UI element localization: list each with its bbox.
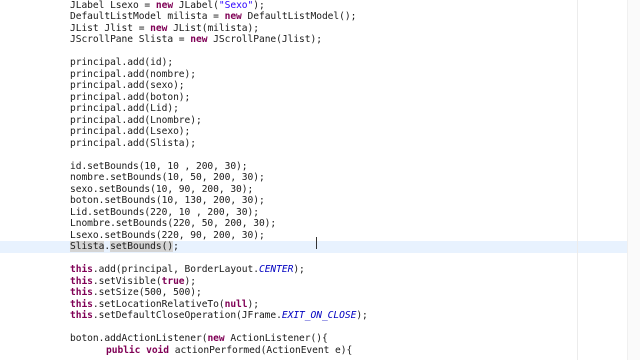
code-line[interactable]: public void actionPerformed(ActionEvent … [0, 345, 640, 357]
code-token: new [207, 333, 225, 344]
code-token: JScrollPane Slista = [70, 34, 191, 45]
code-line[interactable]: boton.addActionListener(new ActionListen… [0, 333, 640, 345]
code-token: ); [356, 310, 368, 321]
code-token: .setLocationRelativeTo( [92, 299, 225, 310]
code-line[interactable]: this.setDefaultCloseOperation(JFrame.EXI… [0, 310, 640, 322]
code-token: JLabel( [173, 0, 219, 11]
code-token: JList Jlist = [70, 23, 151, 34]
code-token: this [70, 287, 93, 298]
code-token: EXIT_ON_CLOSE [281, 310, 357, 321]
code-token: this [70, 299, 93, 310]
text-cursor [316, 237, 317, 249]
code-line[interactable]: this.setSize(500, 500); [0, 287, 640, 299]
code-token: sexo.setBounds(10, 90, 200, 30); [70, 184, 254, 195]
code-token: .add(principal, BorderLayout. [92, 264, 259, 275]
code-token: principal.add(sexo); [70, 80, 185, 91]
code-token: principal.add(boton); [70, 92, 191, 103]
code-line[interactable]: this.add(principal, BorderLayout.CENTER)… [0, 264, 640, 276]
code-token: nombre.setBounds(10, 50, 200, 30); [70, 172, 265, 183]
code-token: boton.setBounds(10, 130, 200, 30); [70, 195, 265, 206]
code-token: id.setBounds(10, 10 , 200, 30); [70, 161, 248, 172]
code-line[interactable]: principal.add(Lid); [0, 103, 640, 115]
code-token: principal.add(Lsexo); [70, 126, 191, 137]
code-token: true [161, 276, 185, 287]
code-token: setBounds [110, 241, 162, 252]
code-token: Lsexo.setBounds(220, 90, 200, 30); [70, 230, 265, 241]
code-token: ; [173, 241, 179, 252]
code-token: principal.add(Slista); [70, 138, 196, 149]
code-token: this [70, 276, 93, 287]
print-margin-line [577, 0, 578, 360]
code-token: ActionListener(){ [224, 333, 328, 344]
code-editor[interactable]: JLabel Lsexo = new JLabel("Sexo"); Defaul… [0, 0, 640, 360]
code-line[interactable]: principal.add(Slista); [0, 138, 640, 150]
code-token: principal.add(nombre); [70, 69, 196, 80]
code-token: new [155, 0, 174, 11]
code-token: ); [293, 264, 305, 275]
code-token: Lid.setBounds(220, 10 , 200, 30); [70, 207, 259, 218]
code-token: new [224, 11, 242, 22]
code-token: public [106, 345, 141, 356]
code-line[interactable]: principal.add(sexo); [0, 80, 640, 92]
code-token: boton.addActionListener( [70, 333, 208, 344]
code-token: new [150, 23, 168, 34]
code-token: actionPerformed(ActionEvent e){ [169, 345, 353, 356]
code-token: JList(milista); [167, 23, 259, 34]
code-token: ); [247, 299, 260, 310]
code-token: this [70, 310, 93, 321]
code-line-current[interactable]: Slista.setBounds(); [0, 241, 640, 253]
code-token: this [70, 264, 93, 275]
code-line[interactable]: DefaultListModel milista = new DefaultLi… [0, 11, 640, 23]
code-token: JLabel Lsexo = [70, 0, 156, 11]
code-token: Lnombre.setBounds(220, 50, 200, 30); [70, 218, 277, 229]
code-token: ); [253, 0, 265, 11]
code-token: .setVisible( [92, 276, 162, 287]
code-token: DefaultListModel milista = [70, 11, 225, 22]
code-line[interactable]: nombre.setBounds(10, 50, 200, 30); [0, 172, 640, 184]
code-token: new [190, 34, 208, 45]
code-line[interactable]: principal.add(id); [0, 57, 640, 69]
code-token: principal.add(Lid); [70, 103, 179, 114]
overview-ruler[interactable] [627, 0, 640, 360]
code-token: ); [184, 276, 197, 287]
code-token: .setDefaultCloseOperation(JFrame. [92, 310, 282, 321]
code-line[interactable]: boton.setBounds(10, 130, 200, 30); [0, 195, 640, 207]
code-line[interactable]: principal.add(Lsexo); [0, 126, 640, 138]
code-token: principal.add(Lnombre); [70, 115, 202, 126]
code-token: DefaultListModel(); [241, 11, 357, 22]
code-token: JScrollPane(Jlist); [207, 34, 322, 45]
code-token: "Sexo" [218, 0, 254, 11]
code-token: principal.add(id); [70, 57, 174, 68]
code-token: Slista [70, 241, 105, 252]
code-token: void [146, 345, 169, 356]
code-line[interactable]: JScrollPane Slista = new JScrollPane(Jli… [0, 34, 640, 46]
code-token: CENTER [258, 264, 294, 275]
code-token: null [224, 299, 248, 310]
code-line[interactable]: Lnombre.setBounds(220, 50, 200, 30); [0, 218, 640, 230]
code-token: () [161, 241, 174, 252]
code-token: .setSize(500, 500); [92, 287, 202, 298]
